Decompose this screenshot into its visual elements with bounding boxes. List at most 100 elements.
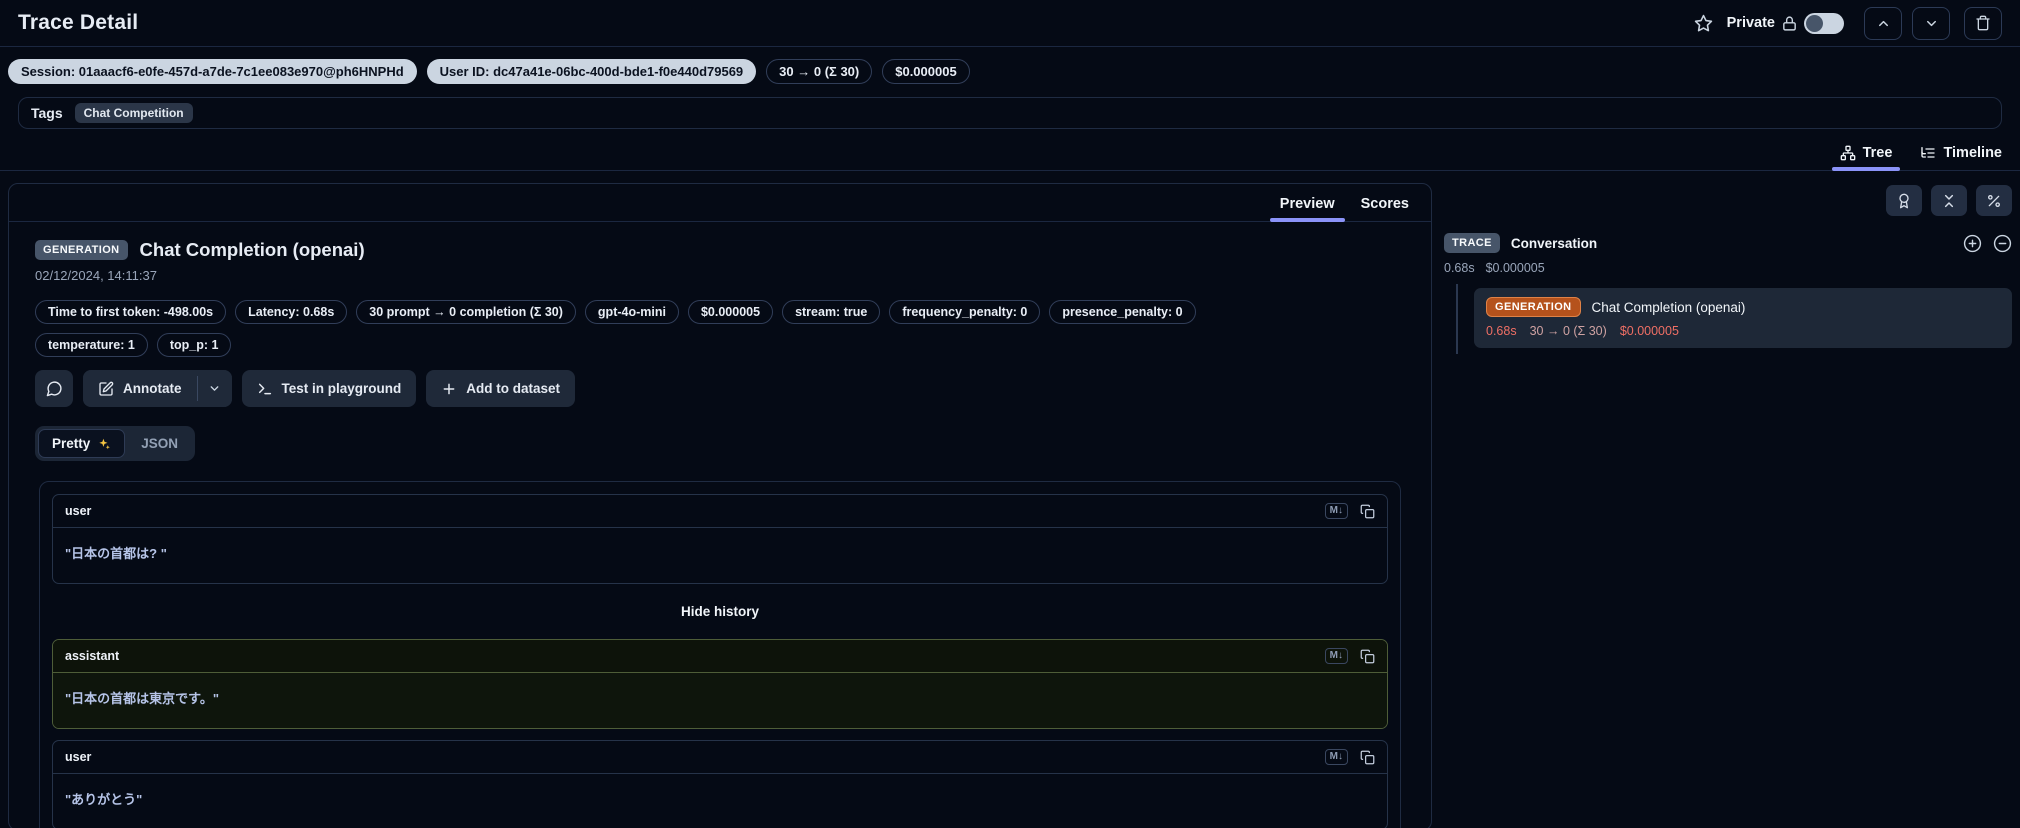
tags-list: Chat Competition <box>74 103 193 123</box>
copy-icon[interactable] <box>1360 750 1375 765</box>
view-switcher: Tree Timeline <box>0 145 2020 171</box>
observation-meta-badge: frequency_penalty: 0 <box>889 300 1041 324</box>
generation-type-badge: GENERATION <box>35 240 128 260</box>
observation-badges: Time to first token: -498.00s Latency: 0.… <box>35 300 1295 357</box>
session-badge[interactable]: Session: 01aaacf6-e0fe-457d-a7de-7c1ee08… <box>8 59 417 84</box>
observation-title: Chat Completion (openai) <box>139 239 365 260</box>
trace-metrics: 0.68s $0.000005 <box>1444 261 2012 275</box>
star-icon[interactable] <box>1694 14 1713 33</box>
observation-timestamp: 02/12/2024, 14:11:37 <box>35 268 157 283</box>
expand-all-icon[interactable] <box>1963 234 1982 253</box>
message-role: user <box>65 504 92 518</box>
scores-award-icon[interactable] <box>1886 185 1922 216</box>
message-content: "ありがとう" <box>65 792 143 807</box>
message-header: user M↓ <box>53 495 1387 528</box>
privacy-toggle[interactable] <box>1804 12 1844 34</box>
pretty-option[interactable]: Pretty <box>38 429 126 458</box>
active-tab-underline <box>1831 167 1901 171</box>
add-to-dataset-label: Add to dataset <box>466 381 561 396</box>
trace-title: Conversation <box>1510 235 1598 251</box>
test-in-playground-button[interactable]: Test in playground <box>241 370 417 407</box>
node-latency: 0.68s <box>1486 324 1517 338</box>
collapse-all-icon[interactable] <box>1931 185 1967 216</box>
json-option[interactable]: JSON <box>127 429 192 458</box>
observation-meta-badge: top_p: 1 <box>156 333 232 357</box>
generation-node-metrics: 0.68s 30 → 0 (Σ 30) $0.000005 <box>1486 324 2000 338</box>
cost-badge: $0.000005 <box>882 59 970 84</box>
tags-container[interactable]: Tags Chat Competition <box>18 97 2002 129</box>
io-format-switcher: Pretty JSON <box>35 426 196 461</box>
add-to-dataset-button[interactable]: Add to dataset <box>426 370 576 407</box>
trace-meta-row: Session: 01aaacf6-e0fe-457d-a7de-7c1ee08… <box>0 47 2020 94</box>
json-label: JSON <box>141 436 179 451</box>
trace-badge: TRACE <box>1444 233 1500 253</box>
annotate-dropdown-button[interactable] <box>197 370 232 407</box>
pretty-label: Pretty <box>52 436 91 451</box>
tab-timeline-label: Timeline <box>1943 145 2002 161</box>
privacy-label: Private <box>1726 15 1775 31</box>
message-header: assistant M↓ <box>53 640 1387 673</box>
observation-panel: Preview Scores GENERATION Chat Completio… <box>8 183 1432 828</box>
generation-node-badge: GENERATION <box>1486 297 1581 317</box>
node-tokens: 30 → 0 (Σ 30) <box>1529 324 1607 338</box>
annotate-split-button: Annotate <box>83 370 232 407</box>
trace-root-row[interactable]: TRACE Conversation <box>1444 233 2012 253</box>
next-trace-button[interactable] <box>1912 6 1950 40</box>
tree-children: GENERATION Chat Completion (openai) 0.68… <box>1444 284 2012 354</box>
tab-timeline[interactable]: Timeline <box>1920 145 2002 170</box>
annotate-label: Annotate <box>123 381 182 396</box>
observation-meta-badge: stream: true <box>782 300 881 324</box>
main-area: Preview Scores GENERATION Chat Completio… <box>0 171 2020 828</box>
prev-trace-button[interactable] <box>1864 6 1902 40</box>
tags-label: Tags <box>31 105 63 121</box>
observation-meta-badge: temperature: 1 <box>35 333 148 357</box>
markdown-toggle-icon[interactable]: M↓ <box>1324 749 1348 765</box>
markdown-toggle-icon[interactable]: M↓ <box>1324 648 1348 664</box>
message-block: assistant M↓ "日本の首都は東京です。" <box>52 639 1388 729</box>
toggle-knob <box>1806 14 1823 32</box>
message-role: assistant <box>65 649 120 663</box>
trace-tree-panel: TRACE Conversation 0.68s $0.000005 GENER… <box>1444 183 2012 811</box>
panel-tabs: Preview Scores <box>9 184 1431 222</box>
page-title: Trace Detail <box>18 11 139 34</box>
message-block: user M↓ "日本の首都は? " <box>52 494 1388 584</box>
delete-trace-button[interactable] <box>1964 6 2002 40</box>
tab-tree[interactable]: Tree <box>1831 145 1901 171</box>
observation-meta-badge: gpt-4o-mini <box>584 300 679 324</box>
message-content: "日本の首都は? " <box>65 546 167 561</box>
observation-meta-badge: presence_penalty: 0 <box>1049 300 1196 324</box>
observation-content: GENERATION Chat Completion (openai) 02/1… <box>9 222 1431 828</box>
tab-scores-label: Scores <box>1360 196 1409 212</box>
hide-history-toggle[interactable]: Hide history <box>52 595 1388 628</box>
collapse-icon[interactable] <box>1993 234 2012 253</box>
page-header: Trace Detail Private <box>0 0 2020 47</box>
generation-node-title: Chat Completion (openai) <box>1591 299 1746 315</box>
copy-icon[interactable] <box>1360 504 1375 519</box>
tree-toolbar <box>1444 185 2012 216</box>
timeline-icon <box>1920 145 1936 161</box>
tab-scores[interactable]: Scores <box>1361 184 1409 221</box>
lock-icon <box>1781 15 1798 32</box>
header-actions: Private <box>1694 6 2002 40</box>
generation-tree-node[interactable]: GENERATION Chat Completion (openai) 0.68… <box>1474 288 2012 348</box>
observation-meta-badge: $0.000005 <box>687 300 774 324</box>
node-cost: $0.000005 <box>1619 324 1679 338</box>
user-id-badge[interactable]: User ID: dc47a41e-06bc-400d-bde1-f0e440d… <box>426 59 757 84</box>
markdown-toggle-icon[interactable]: M↓ <box>1324 503 1348 519</box>
privacy-control: Private <box>1726 12 1844 34</box>
tag-chip[interactable]: Chat Competition <box>74 103 193 123</box>
trace-latency: 0.68s <box>1444 261 1475 275</box>
comment-button[interactable] <box>35 370 73 407</box>
tab-preview[interactable]: Preview <box>1269 184 1345 222</box>
plus-icon <box>441 381 457 397</box>
trace-cost: $0.000005 <box>1485 261 1545 275</box>
copy-icon[interactable] <box>1360 649 1375 664</box>
tab-preview-label: Preview <box>1279 196 1335 212</box>
metrics-percent-icon[interactable] <box>1976 185 2012 216</box>
token-usage-badge: 30 → 0 (Σ 30) <box>766 59 873 84</box>
edit-icon <box>98 381 114 397</box>
tree-guide-line <box>1456 284 1458 354</box>
message-header: user M↓ <box>53 741 1387 774</box>
message-role: user <box>65 750 92 764</box>
annotate-button[interactable]: Annotate <box>83 370 197 407</box>
